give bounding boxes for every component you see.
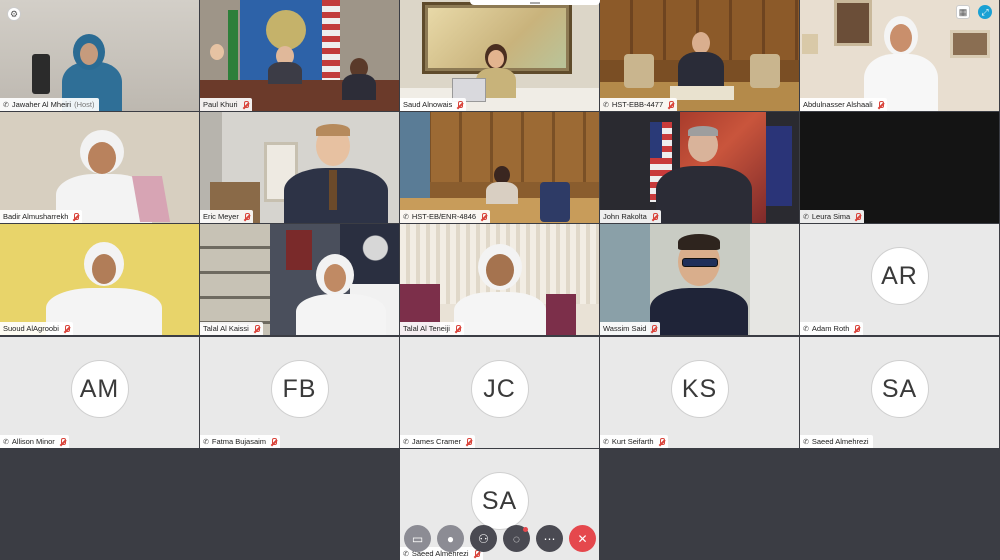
- notification-dot: [523, 527, 528, 532]
- empty-grid-area: [600, 449, 1000, 560]
- layout-toggle-icon[interactable]: ⤢: [978, 5, 992, 19]
- participant-tile[interactable]: John Rakolta: [600, 112, 799, 223]
- participant-tile[interactable]: Eric Meyer: [200, 112, 399, 223]
- chat-icon: ◌: [512, 531, 521, 546]
- chat-button[interactable]: ◌: [503, 525, 530, 552]
- participant-tile[interactable]: ✆ Jawaher Al Mheiri (Host): [0, 0, 199, 111]
- avatar: AM: [70, 360, 129, 418]
- video-toggle-button[interactable]: ▭: [404, 525, 431, 552]
- muted-mic-icon: [64, 324, 70, 333]
- participant-tile[interactable]: Suoud AlAgroobi: [0, 224, 199, 335]
- participant-tile[interactable]: Wassim Said: [600, 224, 799, 335]
- participant-name-tag: Saud Alnowais: [400, 98, 467, 111]
- participant-tile[interactable]: Badir Almusharrekh: [0, 112, 199, 223]
- participant-tile[interactable]: AR ✆ Adam Roth: [800, 224, 999, 335]
- muted-mic-icon: [466, 437, 473, 446]
- grid-view-icon[interactable]: ▦: [956, 5, 970, 19]
- phone-icon: ✆: [803, 325, 809, 333]
- participant-name-tag: ✆ Fatma Bujasaim: [200, 435, 281, 448]
- muted-mic-icon: [855, 212, 862, 221]
- mute-toggle-button[interactable]: ●: [437, 525, 464, 552]
- phone-icon: ✆: [403, 213, 409, 221]
- avatar: FB: [270, 360, 329, 418]
- participant-name-tag: ✆ Jawaher Al Mheiri (Host): [0, 98, 99, 111]
- muted-mic-icon: [73, 212, 80, 221]
- participant-tile-active-speaker[interactable]: Saud Alnowais: [400, 0, 599, 111]
- participant-name-tag: ✆ Leura Sima: [800, 210, 865, 223]
- phone-icon: ✆: [603, 101, 609, 109]
- phone-icon: ✆: [3, 101, 9, 109]
- muted-mic-icon: [659, 437, 665, 446]
- muted-mic-icon: [254, 324, 260, 333]
- muted-mic-icon: [854, 324, 861, 333]
- participant-name-tag: ✆ Saeed Almehrezi: [800, 435, 873, 448]
- participant-name-tag: ✆ Allison Minor: [0, 435, 69, 448]
- participants-button[interactable]: ⚇: [470, 525, 497, 552]
- muted-mic-icon: [457, 100, 464, 109]
- muted-mic-icon: [271, 437, 278, 446]
- settings-icon[interactable]: ⚙: [7, 7, 21, 21]
- muted-mic-icon: [878, 100, 884, 109]
- participant-name-tag: Talal Al Teneiji: [400, 322, 464, 335]
- participant-name-tag: ✆ Kurt Seifarth: [600, 435, 668, 448]
- participant-name-tag: Wassim Said: [600, 322, 661, 335]
- participant-name-tag: Talal Al Kaissi: [200, 322, 263, 335]
- more-options-button[interactable]: ⋯: [536, 525, 563, 552]
- participant-tile[interactable]: Talal Al Kaissi: [200, 224, 399, 335]
- participant-tile[interactable]: KS ✆ Kurt Seifarth: [600, 337, 799, 448]
- avatar: KS: [670, 360, 729, 418]
- empty-grid-area: [0, 449, 399, 560]
- participant-name-tag: Badir Almusharrekh: [0, 210, 83, 223]
- participant-name-tag: ✆ HST-EBB-4477: [600, 98, 678, 111]
- muted-mic-icon: [243, 100, 249, 109]
- phone-icon: ✆: [3, 438, 9, 446]
- participant-name-tag: ✆ Adam Roth: [800, 322, 864, 335]
- muted-mic-icon: [60, 437, 66, 446]
- muted-mic-icon: [652, 212, 658, 221]
- participant-tile[interactable]: AM ✆ Allison Minor: [0, 337, 199, 448]
- participants-icon: ⚇: [478, 531, 489, 546]
- muted-mic-icon: [244, 212, 250, 221]
- phone-icon: ✆: [803, 213, 809, 221]
- meeting-controls: ▭ ● ⚇ ◌ ⋯ ✕: [404, 525, 596, 553]
- participant-name-tag: Eric Meyer: [200, 210, 253, 223]
- avatar: AR: [870, 247, 929, 305]
- phone-icon: ✆: [603, 438, 609, 446]
- participant-name-tag: Paul Khuri: [200, 98, 252, 111]
- avatar: JC: [470, 360, 529, 418]
- drag-handle[interactable]: [470, 0, 600, 5]
- video-icon: ▭: [411, 531, 424, 546]
- participant-tile[interactable]: ✆ Leura Sima: [800, 112, 999, 223]
- muted-mic-icon: [455, 324, 461, 333]
- participant-tile[interactable]: SA ✆ Saeed Almehrezi: [800, 337, 999, 448]
- avatar: SA: [870, 360, 929, 418]
- participant-name-tag: John Rakolta: [600, 210, 661, 223]
- participant-tile[interactable]: FB ✆ Fatma Bujasaim: [200, 337, 399, 448]
- muted-mic-icon: [651, 324, 658, 333]
- participant-tile[interactable]: JC ✆ James Cramer: [400, 337, 599, 448]
- video-grid: ✆ Jawaher Al Mheiri (Host) Paul Khuri Sa…: [0, 0, 1000, 560]
- participant-tile[interactable]: ▦ ⤢ Abdulnasser Alshaali: [800, 0, 999, 111]
- participant-tile[interactable]: Paul Khuri: [200, 0, 399, 111]
- participant-name-tag: ✆ James Cramer: [400, 435, 476, 448]
- more-icon: ⋯: [543, 531, 556, 546]
- participant-name-tag: ✆ HST-EB/ENR-4846: [400, 210, 491, 223]
- muted-mic-icon: [668, 100, 675, 109]
- participant-tile[interactable]: Talal Al Teneiji: [400, 224, 599, 335]
- end-call-icon: ✕: [577, 531, 588, 546]
- muted-mic-icon: [481, 212, 488, 221]
- end-call-button[interactable]: ✕: [569, 525, 596, 552]
- participant-name-tag: Suoud AlAgroobi: [0, 322, 73, 335]
- phone-icon: ✆: [203, 438, 209, 446]
- microphone-icon: ●: [446, 531, 455, 546]
- participant-name-tag: Abdulnasser Alshaali: [800, 98, 887, 111]
- phone-icon: ✆: [403, 438, 409, 446]
- avatar: SA: [470, 472, 529, 530]
- phone-icon: ✆: [803, 438, 809, 446]
- participant-tile[interactable]: ✆ HST-EBB-4477: [600, 0, 799, 111]
- participant-tile[interactable]: ✆ HST-EB/ENR-4846: [400, 112, 599, 223]
